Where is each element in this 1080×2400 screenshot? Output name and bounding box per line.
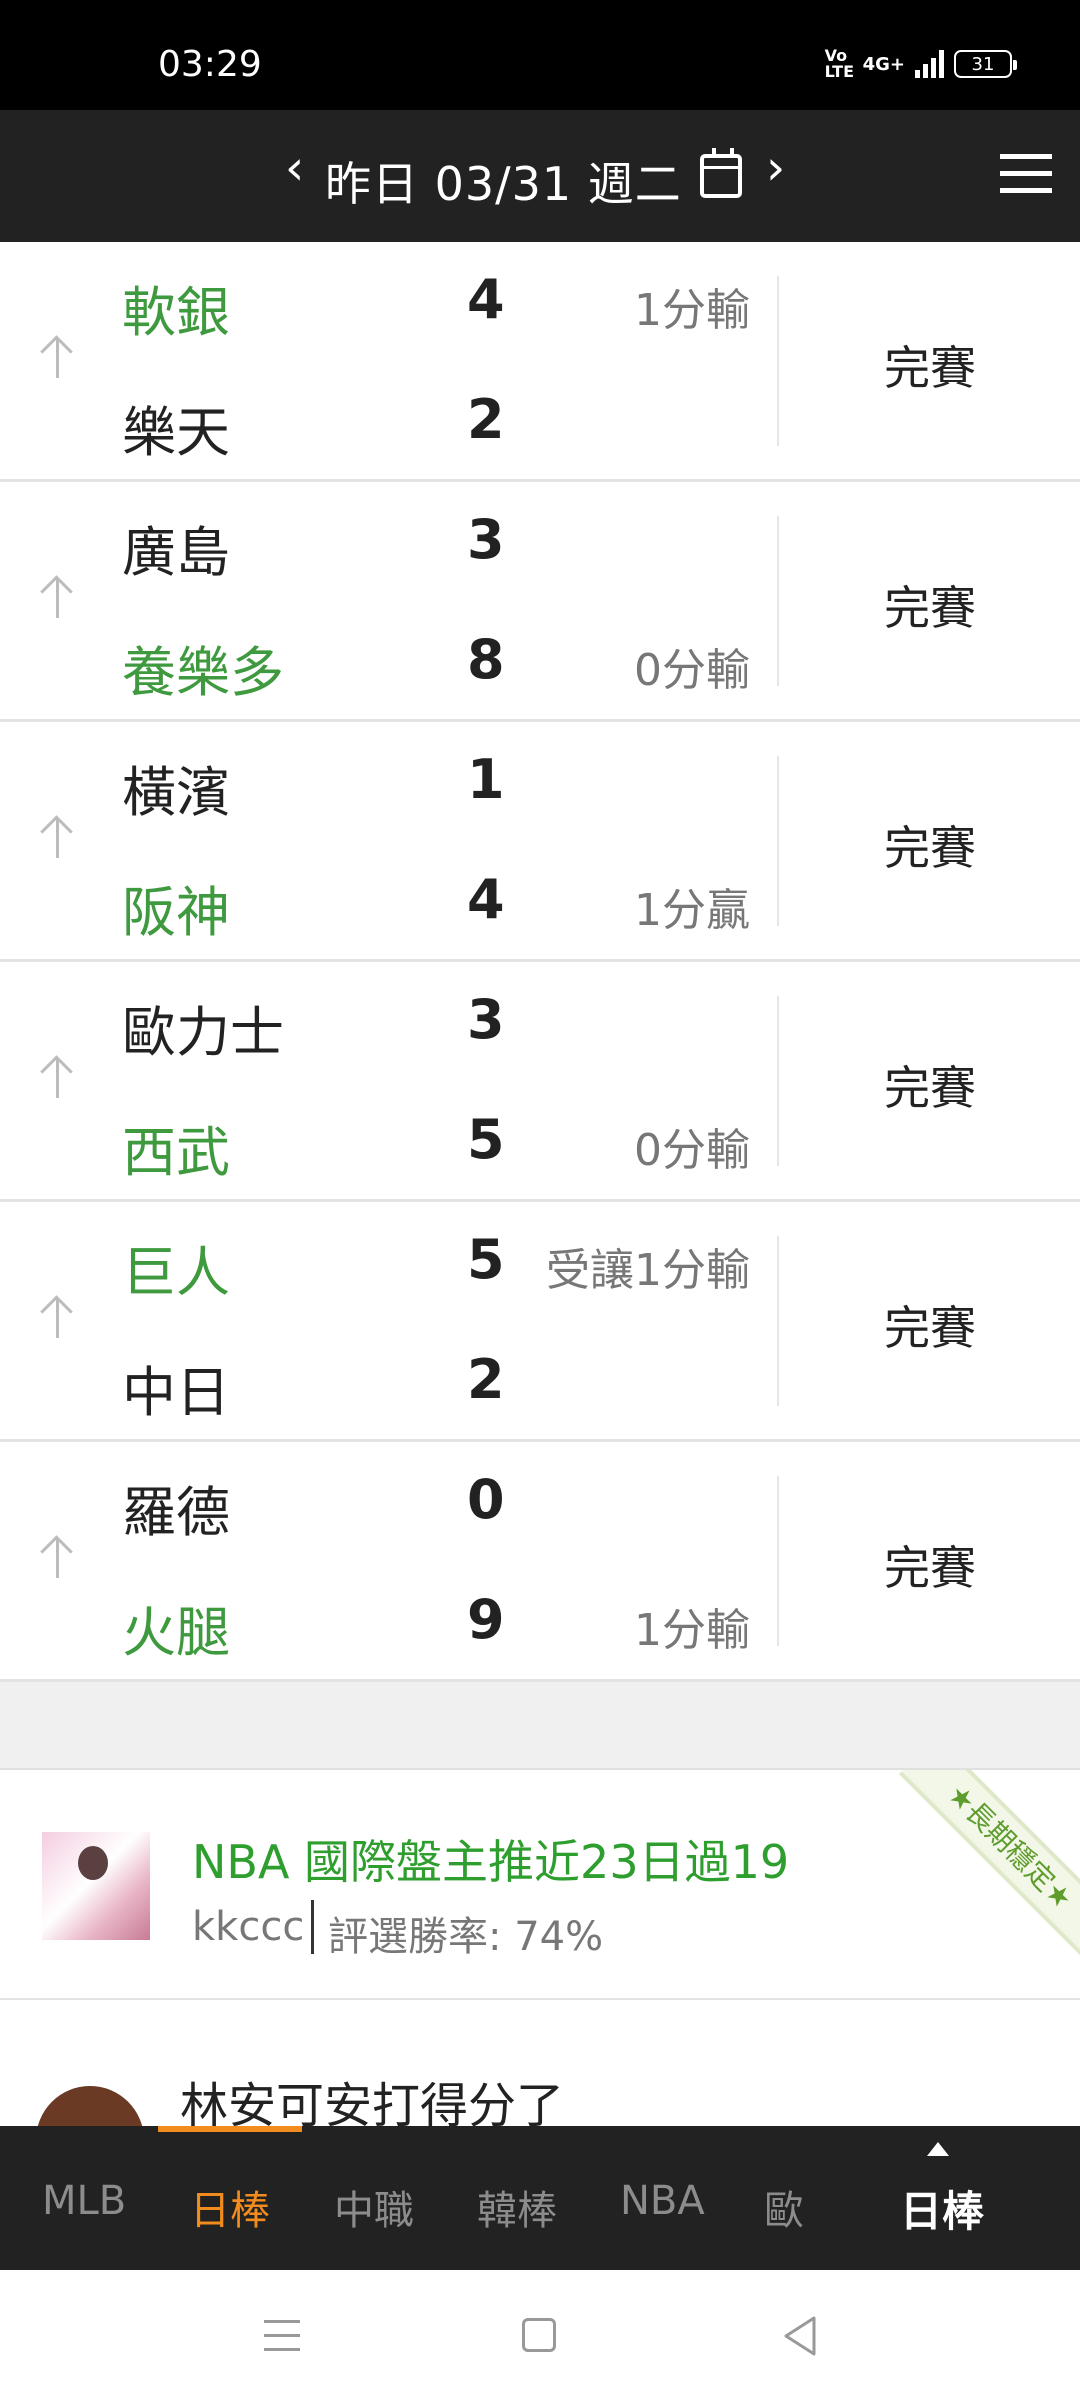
home-team-name: 西武 [122, 1121, 230, 1184]
game-status: 完賽 [884, 581, 976, 635]
tab-euro[interactable]: 歐 [764, 2178, 804, 2236]
game-status: 完賽 [884, 1301, 976, 1355]
away-team-name: 軟銀 [122, 281, 230, 344]
network-type: 4G+ [862, 53, 905, 75]
game-row[interactable]: 巨人 5 受讓1分輸中日 2 完賽 [0, 1202, 1080, 1442]
arrow-up-icon[interactable] [36, 1052, 80, 1102]
promo-author: kkccc [192, 1904, 305, 1950]
row-divider [777, 756, 779, 926]
promo-rate: 評選勝率: 74% [328, 1914, 604, 1960]
game-row[interactable]: 羅德 0 火腿 9 1分輸 完賽 [0, 1442, 1080, 1682]
home-team-score: 4 [467, 868, 505, 931]
home-team-score: 9 [467, 1588, 505, 1651]
away-team-name: 廣島 [122, 521, 230, 584]
tab-current-league[interactable]: 日棒 [900, 2178, 984, 2239]
long-term-stable-badge: ★長期穩定★ [898, 1770, 1080, 1959]
author-avatar [42, 1832, 150, 1940]
status-bar: 03:29 Vo LTE 4G+ 31 [0, 0, 1080, 110]
tab-kbo[interactable]: 韓棒 [477, 2178, 557, 2236]
away-team-score: 0 [467, 1468, 505, 1531]
home-team-score: 8 [467, 628, 505, 691]
game-status: 完賽 [884, 1541, 976, 1595]
volte-icon: Vo LTE [824, 46, 854, 81]
home-team-score: 5 [467, 1108, 505, 1171]
arrow-up-icon[interactable] [36, 572, 80, 622]
calendar-icon[interactable] [700, 148, 742, 198]
recent-apps-icon[interactable] [264, 2320, 300, 2354]
row-divider [777, 276, 779, 446]
tab-nba[interactable]: NBA [620, 2178, 705, 2224]
row-divider [777, 1236, 779, 1406]
chevron-left-icon[interactable]: ‹ [285, 140, 304, 196]
promo-title[interactable]: NBA 國際盤主推近23日過19 [192, 1826, 789, 1892]
status-time: 03:29 [158, 44, 262, 85]
home-team-name: 火腿 [122, 1601, 230, 1664]
league-tab-bar: MLB 日棒 中職 韓棒 NBA 歐 日棒 [0, 2126, 1080, 2270]
away-handicap-result: 受讓1分輸 [546, 1245, 750, 1296]
arrow-up-icon[interactable] [36, 332, 80, 382]
game-status: 完賽 [884, 821, 976, 875]
home-team-score: 2 [467, 1348, 505, 1411]
hamburger-menu-icon[interactable] [1000, 154, 1052, 194]
article-avatar [36, 2086, 144, 2126]
row-divider [777, 996, 779, 1166]
row-divider [777, 516, 779, 686]
back-icon[interactable] [780, 2314, 820, 2358]
away-team-score: 5 [467, 1228, 505, 1291]
away-team-score: 3 [467, 988, 505, 1051]
article-item[interactable]: 林安可安打得分了 [0, 2000, 1080, 2126]
promo-separator [311, 1900, 314, 1954]
row-divider [777, 1476, 779, 1646]
battery-level: 31 [971, 53, 995, 75]
tab-mlb[interactable]: MLB [42, 2178, 126, 2224]
home-handicap-result: 1分贏 [634, 885, 750, 936]
game-row[interactable]: 廣島 3 養樂多 8 0分輸 完賽 [0, 482, 1080, 722]
status-icons: Vo LTE 4G+ 31 [824, 46, 1017, 81]
game-row[interactable]: 橫濱 1 阪神 4 1分贏 完賽 [0, 722, 1080, 962]
tab-npb[interactable]: 日棒 [190, 2178, 270, 2236]
home-team-name: 養樂多 [122, 641, 284, 704]
home-handicap-result: 1分輸 [634, 1605, 750, 1656]
game-status: 完賽 [884, 1061, 976, 1115]
chevron-right-icon[interactable]: › [766, 140, 785, 196]
away-team-score: 4 [467, 268, 505, 331]
home-team-name: 阪神 [122, 881, 230, 944]
game-row[interactable]: 軟銀 4 1分輸樂天 2 完賽 [0, 242, 1080, 482]
away-team-score: 3 [467, 508, 505, 571]
game-row[interactable]: 歐力士 3 西武 5 0分輸 完賽 [0, 962, 1080, 1202]
away-team-name: 歐力士 [122, 1001, 284, 1064]
arrow-up-icon[interactable] [36, 1532, 80, 1582]
section-divider [0, 1682, 1080, 1770]
arrow-up-icon[interactable] [36, 812, 80, 862]
home-handicap-result: 0分輸 [634, 645, 750, 696]
away-team-score: 1 [467, 748, 505, 811]
game-status: 完賽 [884, 341, 976, 395]
arrow-up-icon[interactable] [36, 1292, 80, 1342]
away-team-name: 羅德 [122, 1481, 230, 1544]
home-icon[interactable] [522, 2318, 556, 2352]
date-title[interactable]: 昨日 03/31 週二 [325, 148, 682, 214]
signal-icon [915, 50, 944, 78]
caret-up-icon [927, 2142, 949, 2156]
tab-cpbl[interactable]: 中職 [334, 2178, 414, 2236]
promo-card[interactable]: NBA 國際盤主推近23日過19 kkccc 評選勝率: 74% ★長期穩定★ [0, 1770, 1080, 2000]
article-title[interactable]: 林安可安打得分了 [180, 2066, 564, 2126]
home-team-name: 樂天 [122, 401, 230, 464]
away-team-name: 巨人 [122, 1241, 230, 1304]
away-team-name: 橫濱 [122, 761, 230, 824]
date-header: ‹ 昨日 03/31 週二 › [0, 110, 1080, 242]
active-tab-indicator [158, 2126, 302, 2132]
game-list: 軟銀 4 1分輸 樂天 2 完賽 廣島 3 養樂多 8 0分輸 完賽 橫濱 1 阪神 4 1分贏 完賽 歐力士 3 西武… [0, 242, 1080, 1682]
away-handicap-result: 1分輸 [634, 285, 750, 336]
home-handicap-result: 0分輸 [634, 1125, 750, 1176]
home-team-name: 中日 [122, 1361, 230, 1424]
battery-icon: 31 [954, 50, 1017, 78]
home-team-score: 2 [467, 388, 505, 451]
system-nav-bar [0, 2270, 1080, 2400]
